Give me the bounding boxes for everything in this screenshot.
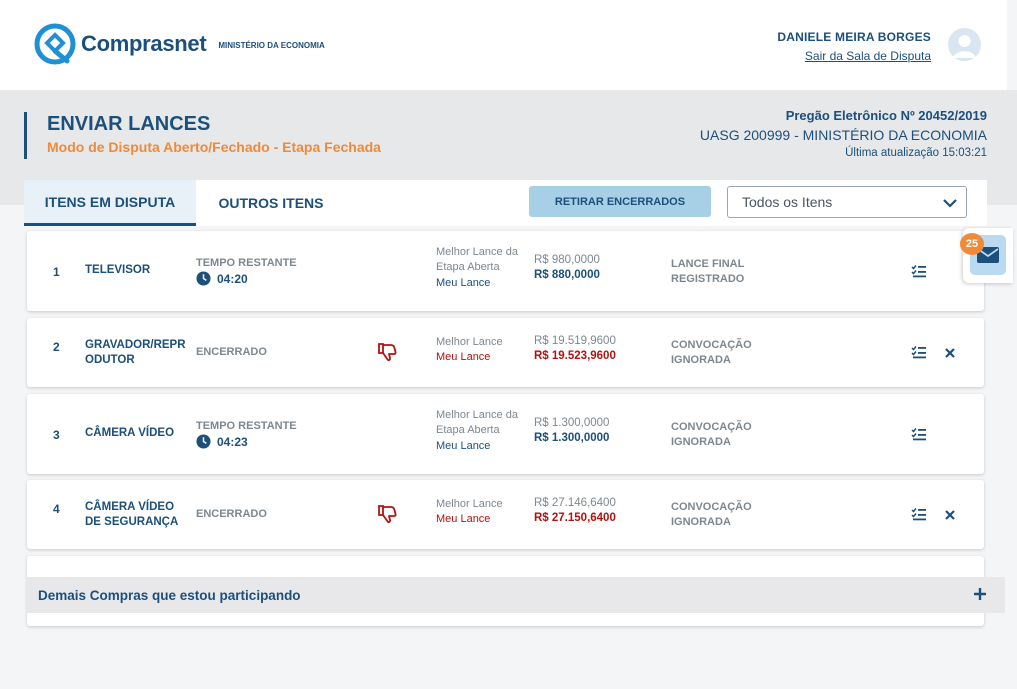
my-bid-value: R$ 19.523,9600 bbox=[534, 350, 616, 362]
item-number: 4 bbox=[53, 502, 60, 516]
time-remaining: 04:23 bbox=[196, 434, 248, 449]
brand-name: Comprasnet bbox=[81, 31, 207, 56]
item-status: ENCERRADO bbox=[196, 346, 267, 358]
item-state: CONVOCAÇÃO IGNORADA bbox=[671, 501, 752, 528]
best-bid-value: R$ 27.146,6400 bbox=[534, 497, 616, 509]
item-number: 3 bbox=[53, 428, 60, 442]
item-name: CÂMERA VÍDEO bbox=[85, 427, 175, 439]
user-name: DANIELE MEIRA BORGES bbox=[777, 30, 931, 44]
my-bid-value: R$ 1.300,0000 bbox=[534, 432, 610, 444]
pregao-number: Pregão Eletrônico Nº 20452/2019 bbox=[785, 108, 987, 123]
best-bid-label: Melhor Lance da Etapa Aberta bbox=[436, 246, 518, 273]
my-bid-label: Meu Lance bbox=[436, 513, 491, 525]
best-bid-label: Melhor Lance bbox=[436, 498, 503, 510]
item-filter-select[interactable]: Todos os Itens bbox=[727, 186, 967, 218]
brand-logo[interactable]: Comprasnet MINISTÉRIO DA ECONOMIA bbox=[33, 21, 325, 67]
item-filter-value: Todos os Itens bbox=[742, 194, 833, 210]
top-bar: Comprasnet MINISTÉRIO DA ECONOMIA DANIEL… bbox=[0, 0, 1017, 90]
item-state: CONVOCAÇÃO IGNORADA bbox=[671, 421, 752, 448]
my-bid-label: Meu Lance bbox=[436, 277, 491, 289]
uasg-label: UASG 200999 - MINISTÉRIO DA ECONOMIA bbox=[699, 127, 987, 143]
best-bid-label: Melhor Lance da Etapa Aberta bbox=[436, 409, 518, 436]
item-card: 3 CÂMERA VÍDEO TEMPO RESTANTE 04:23 Melh… bbox=[27, 394, 984, 474]
comprasnet-logo-icon bbox=[34, 23, 76, 65]
close-icon[interactable] bbox=[944, 347, 956, 359]
brand-subtitle: MINISTÉRIO DA ECONOMIA bbox=[218, 41, 325, 50]
best-bid-value: R$ 980,0000 bbox=[534, 254, 600, 266]
dispute-mode: Modo de Disputa Aberto/Fechado - Etapa F… bbox=[47, 139, 381, 155]
my-bid-label: Meu Lance bbox=[436, 440, 491, 452]
time-value: 04:20 bbox=[217, 271, 248, 286]
item-name: CÂMERA VÍDEO DE SEGURANÇA bbox=[85, 501, 179, 528]
tab-itens-em-disputa[interactable]: ITENS EM DISPUTA bbox=[24, 180, 196, 226]
best-bid-value: R$ 19.519,9600 bbox=[534, 335, 616, 347]
clock-icon bbox=[196, 434, 211, 449]
time-remaining: 04:20 bbox=[196, 271, 248, 286]
tab-outros-itens[interactable]: OUTROS ITENS bbox=[196, 180, 346, 226]
user-info: DANIELE MEIRA BORGES Sair da Sala de Dis… bbox=[777, 30, 931, 65]
tab-bar: ITENS EM DISPUTA OUTROS ITENS RETIRAR EN… bbox=[24, 180, 987, 226]
item-card: 2 GRAVADOR/REPRODUTOR ENCERRADO Melhor L… bbox=[27, 318, 984, 387]
item-name: TELEVISOR bbox=[85, 264, 151, 276]
messages-count-badge: 25 bbox=[960, 233, 984, 255]
time-remaining-label: TEMPO RESTANTE bbox=[196, 257, 297, 269]
my-bid-label: Meu Lance bbox=[436, 351, 491, 363]
user-avatar-icon bbox=[953, 35, 976, 58]
chevron-down-icon bbox=[943, 199, 957, 208]
item-state: LANCE FINAL REGISTRADO bbox=[671, 258, 745, 285]
my-bid-value: R$ 27.150,6400 bbox=[534, 512, 616, 524]
last-update: Última atualização 15:03:21 bbox=[845, 147, 987, 159]
close-icon[interactable] bbox=[944, 509, 956, 521]
scrollbar-track bbox=[1007, 0, 1017, 90]
my-bid-value: R$ 880,0000 bbox=[534, 269, 600, 281]
item-number: 1 bbox=[53, 265, 60, 279]
clock-icon bbox=[196, 271, 211, 286]
time-remaining-label: TEMPO RESTANTE bbox=[196, 420, 297, 432]
other-purchases-label: Demais Compras que estou participando bbox=[38, 587, 301, 603]
page-title: ENVIAR LANCES bbox=[47, 113, 211, 135]
checklist-icon[interactable] bbox=[911, 264, 927, 278]
plus-icon bbox=[974, 588, 986, 600]
checklist-icon[interactable] bbox=[911, 427, 927, 441]
item-name: GRAVADOR/REPRODUTOR bbox=[85, 339, 186, 366]
exit-dispute-link[interactable]: Sair da Sala de Disputa bbox=[805, 49, 931, 63]
item-status: ENCERRADO bbox=[196, 508, 267, 520]
page-header: ENVIAR LANCES Modo de Disputa Aberto/Fec… bbox=[24, 112, 381, 159]
time-value: 04:23 bbox=[217, 434, 248, 449]
item-card: 1 TELEVISOR TEMPO RESTANTE 04:20 Melhor … bbox=[27, 231, 984, 311]
checklist-icon[interactable] bbox=[911, 345, 927, 359]
best-bid-value: R$ 1.300,0000 bbox=[534, 417, 610, 429]
thumbs-down-icon bbox=[378, 343, 397, 362]
item-number: 2 bbox=[53, 340, 60, 354]
avatar[interactable] bbox=[948, 28, 981, 61]
checklist-icon[interactable] bbox=[911, 507, 927, 521]
best-bid-label: Melhor Lance bbox=[436, 336, 503, 348]
retirar-encerrados-button[interactable]: RETIRAR ENCERRADOS bbox=[529, 186, 711, 217]
auction-info: Pregão Eletrônico Nº 20452/2019 UASG 200… bbox=[700, 108, 987, 159]
item-state: CONVOCAÇÃO IGNORADA bbox=[671, 339, 752, 366]
thumbs-down-icon bbox=[378, 505, 397, 524]
item-card: 4 CÂMERA VÍDEO DE SEGURANÇA ENCERRADO Me… bbox=[27, 480, 984, 549]
other-purchases-toggle[interactable]: Demais Compras que estou participando bbox=[26, 577, 1005, 613]
